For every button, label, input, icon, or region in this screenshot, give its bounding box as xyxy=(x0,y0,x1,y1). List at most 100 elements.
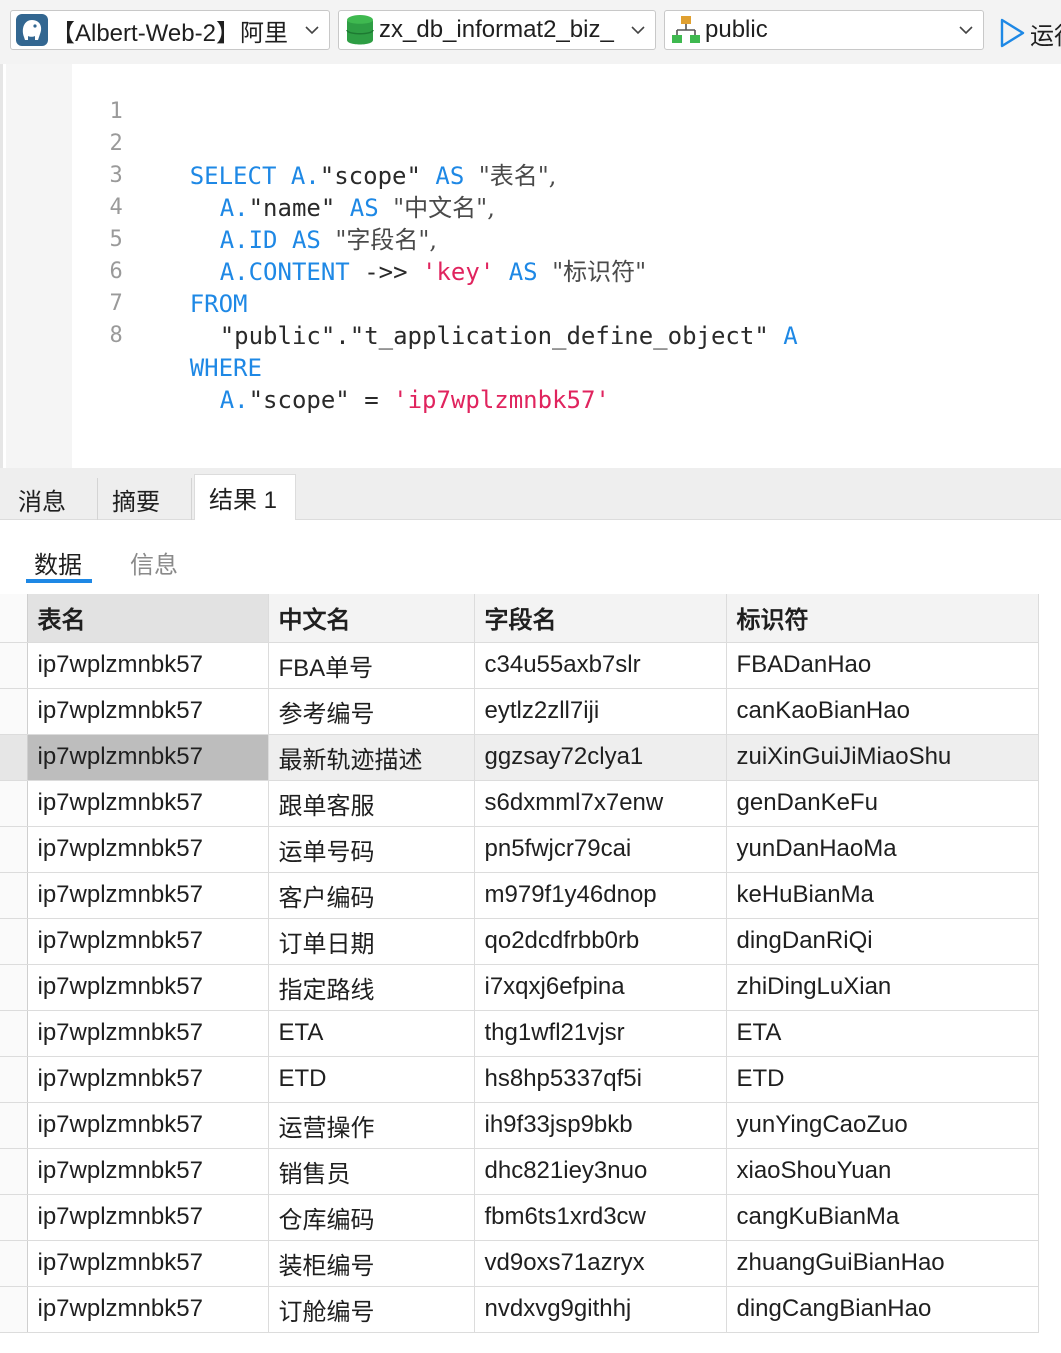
cell-identifier[interactable]: zhiDingLuXian xyxy=(726,964,1039,1011)
cell-field-name[interactable]: fbm6ts1xrd3cw xyxy=(474,1194,727,1241)
result-grid[interactable]: 表名 中文名 字段名 标识符 ip7wplzmnbk57 FBA单号 c34u55a… xyxy=(0,594,1061,1333)
cell-identifier[interactable]: zuiXinGuiJiMiaoShu xyxy=(726,734,1039,781)
table-row[interactable]: ip7wplzmnbk57 参考编号 eytlz2zll7iji canKaoBian… xyxy=(0,688,1039,735)
row-header[interactable] xyxy=(0,734,28,781)
table-row[interactable]: ip7wplzmnbk57 销售员 dhc821iey3nuo xiaoShouYua… xyxy=(0,1148,1039,1195)
cell-identifier[interactable]: keHuBianMa xyxy=(726,872,1039,919)
cell-table-name[interactable]: ip7wplzmnbk57 xyxy=(27,872,269,919)
cell-identifier[interactable]: canKaoBianHao xyxy=(726,688,1039,735)
cell-field-name[interactable]: vd9oxs71azryx xyxy=(474,1240,727,1287)
table-row-selected[interactable]: ip7wplzmnbk57 最新轨迹描述 ggzsay72clya1 zuiXinGu… xyxy=(0,734,1039,781)
row-header[interactable] xyxy=(0,1102,28,1149)
table-row[interactable]: ip7wplzmnbk57 ETA thg1wfl21vjsr ETA xyxy=(0,1010,1039,1057)
row-header[interactable] xyxy=(0,964,28,1011)
row-header[interactable] xyxy=(0,918,28,965)
cell-chinese-name[interactable]: 销售员 xyxy=(268,1148,475,1195)
tab-result-1[interactable]: 结果 1 xyxy=(194,474,296,520)
schema-select[interactable]: public xyxy=(664,10,984,50)
row-header[interactable] xyxy=(0,688,28,735)
cell-table-name[interactable]: ip7wplzmnbk57 xyxy=(27,1148,269,1195)
cell-field-name[interactable]: eytlz2zll7iji xyxy=(474,688,727,735)
cell-table-name[interactable]: ip7wplzmnbk57 xyxy=(27,918,269,965)
column-header[interactable]: 标识符 xyxy=(726,594,1039,643)
cell-identifier[interactable]: FBADanHao xyxy=(726,642,1039,689)
cell-table-name[interactable]: ip7wplzmnbk57 xyxy=(27,1010,269,1057)
cell-table-name[interactable]: ip7wplzmnbk57 xyxy=(27,1056,269,1103)
cell-identifier[interactable]: cangKuBianMa xyxy=(726,1194,1039,1241)
run-button[interactable]: 运行 xyxy=(998,14,1061,52)
cell-identifier[interactable]: yunYingCaoZuo xyxy=(726,1102,1039,1149)
database-select[interactable]: zx_db_informat2_biz_ xyxy=(338,10,656,50)
cell-table-name[interactable]: ip7wplzmnbk57 xyxy=(27,734,269,781)
connection-select[interactable]: 【Albert-Web-2】阿里 xyxy=(10,10,330,50)
cell-table-name[interactable]: ip7wplzmnbk57 xyxy=(27,688,269,735)
row-header[interactable] xyxy=(0,872,28,919)
table-row[interactable]: ip7wplzmnbk57 指定路线 i7xqxj6efpina zhiDingLuX… xyxy=(0,964,1039,1011)
cell-field-name[interactable]: nvdxvg9githhj xyxy=(474,1286,727,1333)
cell-table-name[interactable]: ip7wplzmnbk57 xyxy=(27,964,269,1011)
table-row[interactable]: ip7wplzmnbk57 订舱编号 nvdxvg9githhj dingCangBi… xyxy=(0,1286,1039,1333)
table-row[interactable]: ip7wplzmnbk57 跟单客服 s6dxmml7x7enw genDanKeFu xyxy=(0,780,1039,827)
row-header[interactable] xyxy=(0,1010,28,1057)
row-header[interactable] xyxy=(0,826,28,873)
row-header[interactable] xyxy=(0,1056,28,1103)
cell-chinese-name[interactable]: 订单日期 xyxy=(268,918,475,965)
cell-field-name[interactable]: thg1wfl21vjsr xyxy=(474,1010,727,1057)
cell-field-name[interactable]: s6dxmml7x7enw xyxy=(474,780,727,827)
cell-table-name[interactable]: ip7wplzmnbk57 xyxy=(27,1194,269,1241)
tab-summary[interactable]: 摘要 xyxy=(98,478,192,520)
cell-field-name[interactable]: pn5fwjcr79cai xyxy=(474,826,727,873)
cell-chinese-name[interactable]: 仓库编码 xyxy=(268,1194,475,1241)
cell-identifier[interactable]: zhuangGuiBianHao xyxy=(726,1240,1039,1287)
cell-table-name[interactable]: ip7wplzmnbk57 xyxy=(27,642,269,689)
row-header[interactable] xyxy=(0,1286,28,1333)
cell-table-name[interactable]: ip7wplzmnbk57 xyxy=(27,1240,269,1287)
cell-identifier[interactable]: genDanKeFu xyxy=(726,780,1039,827)
column-header[interactable]: 字段名 xyxy=(474,594,727,643)
row-header[interactable] xyxy=(0,1148,28,1195)
row-header[interactable] xyxy=(0,1194,28,1241)
cell-identifier[interactable]: ETA xyxy=(726,1010,1039,1057)
cell-field-name[interactable]: ggzsay72clya1 xyxy=(474,734,727,781)
table-row[interactable]: ip7wplzmnbk57 仓库编码 fbm6ts1xrd3cw cangKuBian… xyxy=(0,1194,1039,1241)
subtab-info[interactable]: 信息 xyxy=(130,545,178,580)
column-header[interactable]: 表名 xyxy=(27,594,269,643)
cell-chinese-name[interactable]: 跟单客服 xyxy=(268,780,475,827)
row-header[interactable] xyxy=(0,780,28,827)
cell-table-name[interactable]: ip7wplzmnbk57 xyxy=(27,1102,269,1149)
table-row[interactable]: ip7wplzmnbk57 ETD hs8hp5337qf5i ETD xyxy=(0,1056,1039,1103)
cell-chinese-name[interactable]: 指定路线 xyxy=(268,964,475,1011)
cell-identifier[interactable]: xiaoShouYuan xyxy=(726,1148,1039,1195)
subtab-data[interactable]: 数据 xyxy=(34,545,82,580)
cell-field-name[interactable]: dhc821iey3nuo xyxy=(474,1148,727,1195)
cell-field-name[interactable]: i7xqxj6efpina xyxy=(474,964,727,1011)
table-row[interactable]: ip7wplzmnbk57 运单号码 pn5fwjcr79cai yunDanHaoM… xyxy=(0,826,1039,873)
cell-field-name[interactable]: c34u55axb7slr xyxy=(474,642,727,689)
cell-chinese-name[interactable]: 最新轨迹描述 xyxy=(268,734,475,781)
cell-field-name[interactable]: hs8hp5337qf5i xyxy=(474,1056,727,1103)
cell-table-name[interactable]: ip7wplzmnbk57 xyxy=(27,1286,269,1333)
tab-messages[interactable]: 消息 xyxy=(4,478,98,520)
cell-chinese-name[interactable]: ETD xyxy=(268,1056,475,1103)
table-row[interactable]: ip7wplzmnbk57 FBA单号 c34u55axb7slr FBADanHao xyxy=(0,642,1039,689)
column-header[interactable]: 中文名 xyxy=(268,594,475,643)
row-header[interactable] xyxy=(0,642,28,689)
cell-field-name[interactable]: qo2dcdfrbb0rb xyxy=(474,918,727,965)
cell-chinese-name[interactable]: 装柜编号 xyxy=(268,1240,475,1287)
cell-field-name[interactable]: ih9f33jsp9bkb xyxy=(474,1102,727,1149)
table-row[interactable]: ip7wplzmnbk57 订单日期 qo2dcdfrbb0rb dingDanRiQ… xyxy=(0,918,1039,965)
cell-field-name[interactable]: m979f1y46dnop xyxy=(474,872,727,919)
cell-chinese-name[interactable]: 运营操作 xyxy=(268,1102,475,1149)
cell-table-name[interactable]: ip7wplzmnbk57 xyxy=(27,826,269,873)
cell-chinese-name[interactable]: 订舱编号 xyxy=(268,1286,475,1333)
cell-chinese-name[interactable]: ETA xyxy=(268,1010,475,1057)
table-row[interactable]: ip7wplzmnbk57 装柜编号 vd9oxs71azryx zhuangGuiB… xyxy=(0,1240,1039,1287)
cell-identifier[interactable]: ETD xyxy=(726,1056,1039,1103)
cell-identifier[interactable]: dingCangBianHao xyxy=(726,1286,1039,1333)
row-header[interactable] xyxy=(0,1240,28,1287)
cell-identifier[interactable]: yunDanHaoMa xyxy=(726,826,1039,873)
cell-table-name[interactable]: ip7wplzmnbk57 xyxy=(27,780,269,827)
cell-chinese-name[interactable]: 客户编码 xyxy=(268,872,475,919)
cell-chinese-name[interactable]: 参考编号 xyxy=(268,688,475,735)
table-row[interactable]: ip7wplzmnbk57 运营操作 ih9f33jsp9bkb yunYingCao… xyxy=(0,1102,1039,1149)
